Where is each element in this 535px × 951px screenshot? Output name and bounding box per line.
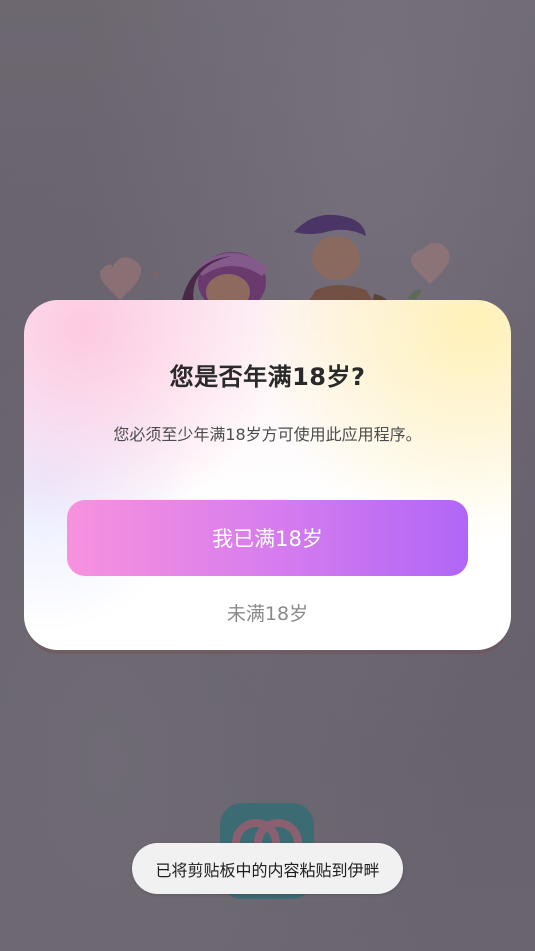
age-verification-dialog: 您是否年满18岁? 您必须至少年满18岁方可使用此应用程序。 我已满18岁 未满… [24, 300, 511, 650]
clipboard-toast: 已将剪贴板中的内容粘贴到伊畔 [132, 843, 403, 894]
dialog-subtitle: 您必须至少年满18岁方可使用此应用程序。 [113, 425, 422, 444]
decline-under-18-button[interactable]: 未满18岁 [24, 599, 511, 626]
confirm-adult-button[interactable]: 我已满18岁 [67, 500, 468, 576]
dialog-title: 您是否年满18岁? [169, 363, 366, 391]
